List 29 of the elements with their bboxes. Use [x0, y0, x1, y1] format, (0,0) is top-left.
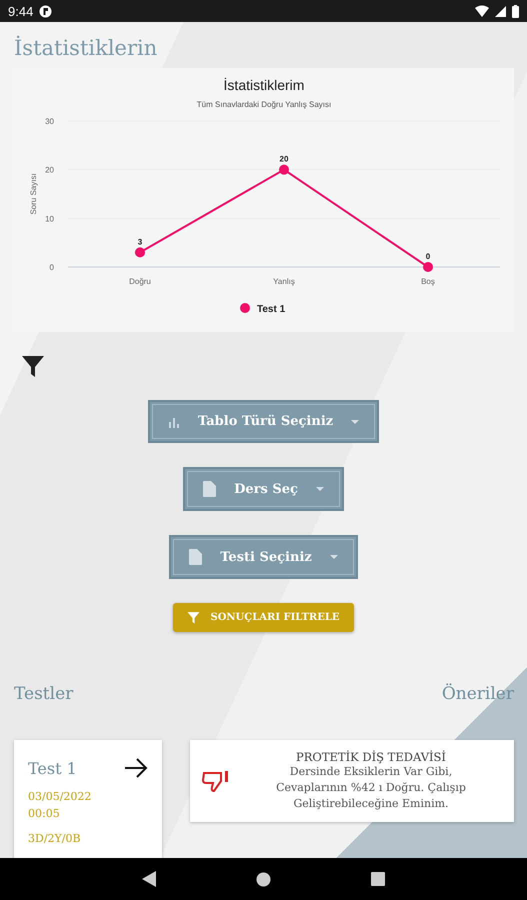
- test-score: 3D/2Y/0B: [28, 831, 82, 847]
- page-title: İstatistiklerin: [14, 36, 158, 60]
- y-axis-label: Soru Sayısı: [29, 173, 38, 215]
- section-heading: Öneriler: [442, 684, 514, 704]
- test-date: 03/05/2022: [28, 789, 92, 805]
- y-tick-label: 30: [45, 117, 54, 126]
- data-label: 3: [138, 237, 142, 246]
- chart-subtitle: Tüm Sınavlardaki Doğru Yanlış Sayısı: [196, 100, 332, 109]
- y-tick-label: 20: [45, 166, 54, 175]
- x-tick-label: Yanlış: [273, 277, 295, 286]
- x-tick-label: Boş: [421, 277, 435, 286]
- dropdown[interactable]: Ders Seç: [183, 467, 344, 511]
- suggestion-title: PROTETİK DİŞ TEDAVİSİ: [296, 750, 446, 764]
- chart-title: İstatistiklerim: [224, 77, 304, 93]
- data-label: 0: [426, 252, 430, 261]
- test-name: Test 1: [28, 758, 77, 778]
- status-time: 9:44: [8, 4, 34, 18]
- x-tick-label: Doğru: [129, 277, 151, 286]
- data-label: 20: [280, 154, 288, 164]
- y-tick-label: 0: [50, 263, 54, 272]
- test-card[interactable]: Test 1 03/05/2022 00:05 3D/2Y/0B: [14, 740, 162, 858]
- suggestion-text: Dersinde Eksiklerin Var Gibi, Cevaplarının %42 ı Doğru. Çalışıp Geliştirebileceğine Eminim.: [275, 764, 467, 812]
- dropdown[interactable]: Tablo Türü Seçiniz: [148, 400, 380, 443]
- legend-label: Test 1: [257, 304, 286, 315]
- y-tick-label: 10: [45, 214, 54, 224]
- test-time: 00:05: [28, 806, 61, 822]
- filter-results-button[interactable]: SONUÇLARI FILTRELE: [173, 603, 354, 632]
- dropdown[interactable]: Testi Seçiniz: [169, 535, 358, 579]
- section-heading: Testler: [14, 684, 74, 704]
